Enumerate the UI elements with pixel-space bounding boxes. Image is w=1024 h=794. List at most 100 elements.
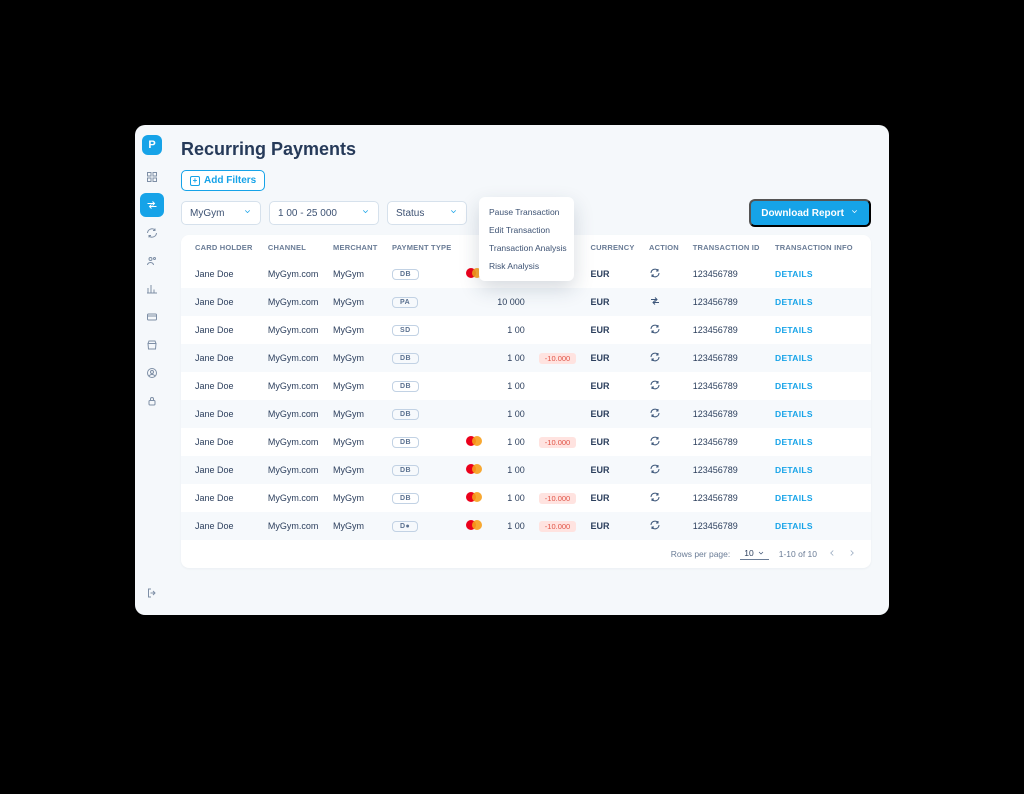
next-page-button[interactable]	[847, 548, 857, 560]
cell-neg	[529, 456, 585, 484]
table-row: Jane DoeMyGym.comMyGymDB1 00-10.000EUR12…	[181, 344, 871, 372]
cell-neg	[529, 316, 585, 344]
dropdown-item-analysis[interactable]: Transaction Analysis	[479, 239, 574, 257]
merchant-filter[interactable]: MyGym	[181, 201, 261, 225]
cell-amount: 1 00	[490, 316, 529, 344]
chevron-down-icon	[850, 207, 859, 219]
cell-brand	[460, 344, 489, 372]
cell-brand	[460, 512, 489, 540]
cell-ptype: D●	[386, 512, 461, 540]
refresh-icon[interactable]	[140, 221, 164, 245]
cell-currency: EUR	[584, 428, 642, 456]
cell-merchant: MyGym	[327, 428, 386, 456]
cell-action[interactable]	[643, 260, 687, 288]
range-filter[interactable]: 1 00 - 25 000	[269, 201, 379, 225]
users-icon[interactable]	[140, 249, 164, 273]
cell-action[interactable]	[643, 372, 687, 400]
account-icon[interactable]	[140, 361, 164, 385]
table-row: Jane DoeMyGym.comMyGymDB1 00-10.000EUR12…	[181, 484, 871, 512]
plus-icon: +	[190, 176, 200, 186]
cell-ptype: DB	[386, 456, 461, 484]
dropdown-item-risk[interactable]: Risk Analysis	[479, 257, 574, 275]
col-txn-id: TRANSACTION ID	[687, 235, 769, 260]
cell-neg	[529, 372, 585, 400]
cell-neg: -10.000	[529, 484, 585, 512]
cell-action[interactable]	[643, 512, 687, 540]
chevron-down-icon	[243, 207, 252, 219]
col-txn-info: TRANSACTION INFO	[769, 235, 871, 260]
cell-neg: -10.000	[529, 512, 585, 540]
table-row: Jane DoeMyGym.comMyGymPA10 000EUR1234567…	[181, 288, 871, 316]
col-merchant: MERCHANT	[327, 235, 386, 260]
col-action: ACTION	[643, 235, 687, 260]
lock-icon[interactable]	[140, 389, 164, 413]
cell-details[interactable]: DETAILS	[769, 344, 871, 372]
col-currency: CURRENCY	[584, 235, 642, 260]
cell-currency: EUR	[584, 288, 642, 316]
cell-channel: MyGym.com	[262, 260, 327, 288]
cell-neg	[529, 400, 585, 428]
mastercard-icon	[466, 520, 482, 530]
cell-amount: 1 00	[490, 372, 529, 400]
cell-merchant: MyGym	[327, 372, 386, 400]
cell-currency: EUR	[584, 372, 642, 400]
cell-action[interactable]	[643, 316, 687, 344]
cell-merchant: MyGym	[327, 512, 386, 540]
cell-brand	[460, 456, 489, 484]
cell-action[interactable]	[643, 428, 687, 456]
action-icon	[649, 467, 661, 477]
cell-ptype: DB	[386, 484, 461, 512]
mastercard-icon	[466, 436, 482, 446]
action-icon	[649, 299, 661, 309]
card-icon[interactable]	[140, 305, 164, 329]
cell-details[interactable]: DETAILS	[769, 316, 871, 344]
cell-currency: EUR	[584, 260, 642, 288]
cell-details[interactable]: DETAILS	[769, 456, 871, 484]
cell-action[interactable]	[643, 456, 687, 484]
analytics-icon[interactable]	[140, 277, 164, 301]
col-channel: CHANNEL	[262, 235, 327, 260]
cell-ptype: PA	[386, 288, 461, 316]
brand-logo: P	[142, 135, 162, 155]
add-filters-button[interactable]: + Add Filters	[181, 170, 265, 191]
download-report-button[interactable]: Download Report	[749, 199, 871, 227]
cell-action[interactable]	[643, 400, 687, 428]
logout-icon[interactable]	[140, 581, 164, 605]
cell-details[interactable]: DETAILS	[769, 484, 871, 512]
cell-brand	[460, 484, 489, 512]
cell-amount: 1 00	[490, 512, 529, 540]
cell-details[interactable]: DETAILS	[769, 372, 871, 400]
cell-channel: MyGym.com	[262, 484, 327, 512]
rows-per-page-select[interactable]: 10	[740, 548, 768, 560]
cell-brand	[460, 400, 489, 428]
dashboard-icon[interactable]	[140, 165, 164, 189]
cell-currency: EUR	[584, 512, 642, 540]
cell-details[interactable]: DETAILS	[769, 288, 871, 316]
prev-page-button[interactable]	[827, 548, 837, 560]
dropdown-item-edit[interactable]: Edit Transaction	[479, 221, 574, 239]
cell-details[interactable]: DETAILS	[769, 400, 871, 428]
cell-details[interactable]: DETAILS	[769, 260, 871, 288]
action-icon	[649, 271, 661, 281]
sidebar: P	[135, 125, 169, 615]
dropdown-item-pause[interactable]: Pause Transaction	[479, 203, 574, 221]
cell-currency: EUR	[584, 456, 642, 484]
cell-txn-id: 123456789	[687, 288, 769, 316]
cell-txn-id: 123456789	[687, 428, 769, 456]
cell-currency: EUR	[584, 400, 642, 428]
range-filter-value: 1 00 - 25 000	[278, 208, 337, 219]
status-filter-value: Status	[396, 208, 424, 219]
cell-txn-id: 123456789	[687, 512, 769, 540]
cell-details[interactable]: DETAILS	[769, 512, 871, 540]
cell-details[interactable]: DETAILS	[769, 428, 871, 456]
cell-action[interactable]	[643, 484, 687, 512]
cell-brand	[460, 372, 489, 400]
transfers-icon[interactable]	[140, 193, 164, 217]
status-filter[interactable]: Status	[387, 201, 467, 225]
cell-holder: Jane Doe	[181, 400, 262, 428]
cell-action[interactable]	[643, 288, 687, 316]
cell-action[interactable]	[643, 344, 687, 372]
action-icon	[649, 411, 661, 421]
store-icon[interactable]	[140, 333, 164, 357]
cell-channel: MyGym.com	[262, 316, 327, 344]
